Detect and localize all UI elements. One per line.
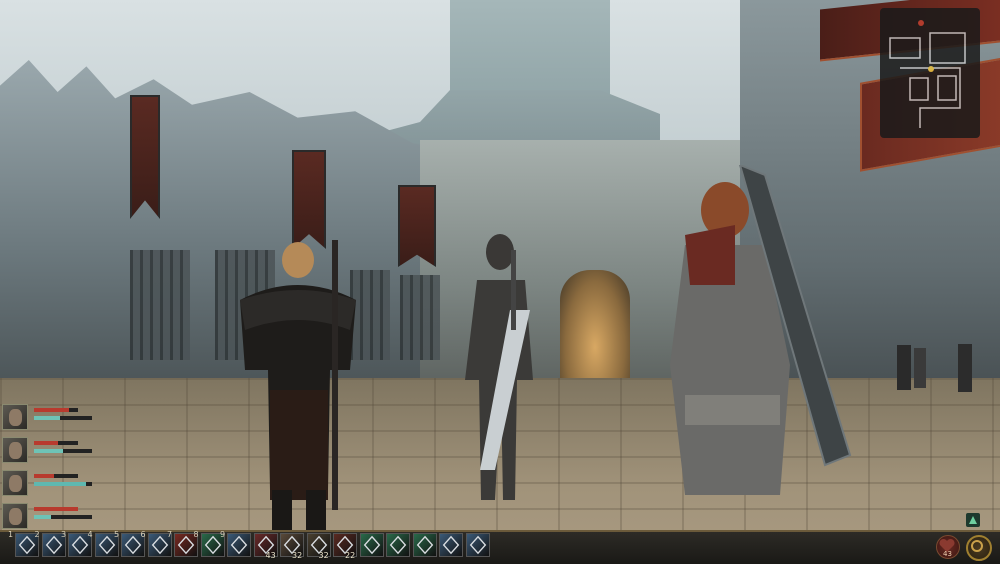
portcullis-gate <box>130 250 190 360</box>
party-panel <box>0 404 95 530</box>
heraldic-banner <box>292 150 326 249</box>
slot-hotkey-number: 3 <box>61 530 67 539</box>
action-slot[interactable] <box>359 533 384 557</box>
health-bar <box>34 474 78 478</box>
stamina-bar <box>34 515 92 519</box>
background-guards <box>897 344 972 392</box>
tactics-icon[interactable] <box>966 513 980 527</box>
party-member-row[interactable] <box>2 404 94 432</box>
minimap-view[interactable] <box>880 8 980 138</box>
action-slot[interactable] <box>439 533 463 557</box>
heraldic-banner <box>398 185 436 267</box>
action-slot[interactable] <box>386 533 410 557</box>
portrait-anders-icon[interactable] <box>2 470 28 496</box>
action-slot[interactable] <box>412 533 437 557</box>
portcullis-gate <box>400 275 440 360</box>
party-member-center[interactable] <box>455 230 555 520</box>
quest-marker-icon <box>918 20 924 26</box>
party-member-right[interactable] <box>665 165 855 535</box>
sustain-skill-icon <box>389 535 407 555</box>
quick-heal-button[interactable]: 43 <box>936 535 960 559</box>
minimap-layout <box>889 32 966 128</box>
minimap[interactable] <box>820 0 1000 172</box>
ring-icon <box>971 540 983 552</box>
slot-hotkey-number: 5 <box>114 530 120 539</box>
stamina-bar <box>34 482 92 486</box>
action-slot[interactable] <box>465 533 490 557</box>
portrait-fenris-icon[interactable] <box>2 437 28 463</box>
sustain-skill-icon <box>416 535 433 555</box>
portrait-hawke-icon[interactable] <box>2 404 28 430</box>
health-bar <box>34 507 78 511</box>
rogue-skill-icon <box>230 535 248 555</box>
slot-item-count: 32 <box>292 551 303 560</box>
stamina-bar <box>34 449 92 453</box>
slot-item-count: 22 <box>345 551 356 560</box>
stamina-bar <box>34 416 92 420</box>
portrait-aveline-icon[interactable] <box>2 503 28 529</box>
slot-hotkey-number: 7 <box>167 530 173 539</box>
player-marker-icon <box>928 66 934 72</box>
courtyard-archway <box>560 270 630 380</box>
quick-heal-count: 43 <box>943 550 952 558</box>
slot-hotkey-number: 8 <box>193 530 199 539</box>
slot-hotkey-number: 9 <box>220 530 226 539</box>
slot-hotkey-number: 2 <box>34 530 40 539</box>
party-member-row[interactable] <box>2 503 94 531</box>
rogue-skill-icon <box>442 535 460 555</box>
action-slot[interactable] <box>227 533 251 557</box>
slot-hotkey-number: 4 <box>87 530 93 539</box>
sustain-skill-icon <box>363 535 380 555</box>
slot-item-count: 32 <box>318 551 329 560</box>
party-tactics-ring-button[interactable] <box>966 535 992 561</box>
party-member-row[interactable] <box>2 437 94 465</box>
heraldic-banner <box>130 95 160 219</box>
party-member-left[interactable] <box>210 240 360 540</box>
health-bar <box>34 441 78 445</box>
rogue-skill-icon <box>469 535 486 555</box>
slot-item-count: 43 <box>265 551 276 560</box>
health-bar <box>34 408 78 412</box>
slot-hotkey-number: 6 <box>140 530 146 539</box>
slot-hotkey-number: 1 <box>8 530 14 539</box>
party-member-row[interactable] <box>2 470 94 498</box>
